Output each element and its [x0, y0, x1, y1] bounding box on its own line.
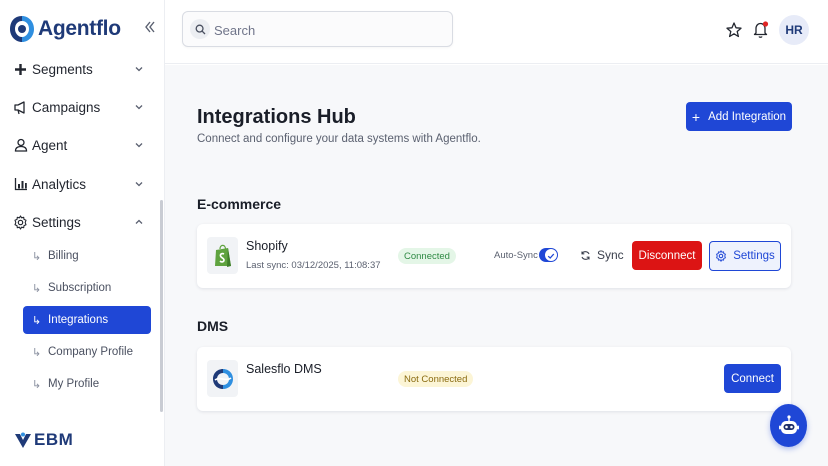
chevron-down-icon [135, 143, 143, 148]
sidebar-item-label: Settings [32, 214, 81, 230]
star-icon[interactable] [725, 21, 743, 39]
sidebar-item-label: Analytics [32, 176, 87, 192]
sidebar-subitem-my-profile[interactable]: ↳ My Profile [23, 370, 151, 398]
check-icon [547, 253, 555, 259]
chevron-up-icon [135, 219, 143, 224]
salesflo-logo-icon [207, 360, 238, 397]
sidebar-subitem-label: My Profile [48, 378, 100, 390]
chevron-down-icon [135, 105, 143, 110]
sidebar-subitem-billing[interactable]: ↳ Billing [23, 242, 151, 270]
integration-name: Shopify [246, 239, 288, 253]
refresh-icon [581, 250, 590, 260]
gear-icon [716, 250, 727, 262]
section-title-dms: DMS [197, 318, 229, 334]
bell-icon[interactable] [752, 20, 770, 40]
chevron-down-icon [135, 182, 143, 187]
plus-icon [13, 62, 28, 77]
sidebar-item-label: Segments [32, 61, 93, 77]
sidebar-subitem-label: Subscription [48, 282, 112, 294]
page-subtitle: Connect and configure your data systems … [197, 133, 481, 145]
top-bar: HR [165, 0, 828, 64]
agentflo-logo-text: Agentflo [38, 17, 121, 40]
auto-sync-toggle[interactable] [539, 248, 558, 262]
chatbot-button[interactable] [770, 404, 807, 447]
search-icon [190, 19, 210, 39]
integration-name: Salesflo DMS [246, 362, 322, 376]
sidebar-item-segments[interactable]: Segments [0, 55, 160, 83]
sync-button[interactable]: Sync [580, 246, 624, 264]
plus-icon: + [691, 108, 701, 125]
page-title: Integrations Hub [197, 106, 356, 128]
sidebar-subitem-label: Billing [48, 250, 79, 262]
subitem-arrow-icon: ↳ [32, 282, 42, 295]
integration-settings-button[interactable]: Settings [709, 241, 781, 271]
last-sync-text: Last sync: 03/12/2025, 11:08:37 [246, 260, 381, 271]
section-title-ecommerce: E-commerce [197, 196, 282, 212]
sync-label: Sync [597, 248, 624, 262]
ebm-logo: EBM [14, 430, 73, 450]
add-integration-button[interactable]: + Add Integration [686, 102, 792, 131]
subitem-arrow-icon: ↳ [32, 250, 42, 263]
user-icon [13, 138, 28, 153]
sidebar-item-analytics[interactable]: Analytics [0, 170, 160, 198]
double-chevron-left-icon [145, 21, 155, 33]
bar-chart-icon [13, 177, 28, 192]
integration-card-salesflo-dms: Salesflo DMS Not Connected Connect [197, 347, 791, 411]
sidebar-scrollbar[interactable] [160, 200, 163, 412]
search-box[interactable] [182, 11, 453, 47]
auto-sync-label: Auto-Sync [494, 250, 538, 261]
collapse-sidebar-button[interactable] [144, 20, 158, 38]
sidebar-subitem-subscription[interactable]: ↳ Subscription [23, 274, 151, 302]
sidebar-subitem-label: Company Profile [48, 346, 134, 358]
connect-button[interactable]: Connect [724, 364, 781, 393]
sidebar: Agentflo Segments Campaigns Agent Analyt… [0, 0, 165, 466]
avatar[interactable]: HR [779, 15, 809, 45]
sidebar-item-label: Campaigns [32, 99, 101, 115]
disconnect-button[interactable]: Disconnect [632, 241, 702, 270]
shopify-logo-icon [207, 237, 238, 274]
agentflo-logo[interactable]: Agentflo [8, 14, 121, 44]
sidebar-subitem-label: Integrations [48, 314, 109, 326]
status-badge: Connected [398, 248, 456, 264]
sidebar-item-agent[interactable]: Agent [0, 131, 160, 159]
agentflo-logo-icon [10, 16, 34, 42]
subitem-arrow-icon: ↳ [32, 346, 42, 359]
toggle-knob [545, 249, 557, 261]
ebm-logo-icon [15, 432, 31, 448]
subitem-arrow-icon: ↳ [32, 378, 42, 391]
main-content: Integrations Hub Connect and configure y… [165, 65, 828, 466]
add-integration-label: Add Integration [708, 110, 787, 123]
sidebar-item-settings[interactable]: Settings [0, 208, 160, 236]
gear-icon [13, 214, 28, 230]
integration-card-shopify: Shopify Last sync: 03/12/2025, 11:08:37 … [197, 224, 791, 288]
status-badge: Not Connected [398, 371, 474, 387]
sidebar-item-campaigns[interactable]: Campaigns [0, 93, 160, 121]
sidebar-item-label: Agent [32, 137, 68, 153]
sidebar-subitem-company-profile[interactable]: ↳ Company Profile [23, 338, 151, 366]
ebm-logo-text: EBM [34, 430, 74, 449]
search-input[interactable] [214, 20, 434, 40]
megaphone-icon [13, 100, 28, 115]
subitem-arrow-icon: ↳ [32, 314, 42, 327]
settings-label: Settings [733, 250, 775, 262]
sidebar-subitem-integrations[interactable]: ↳ Integrations [23, 306, 151, 334]
robot-icon [778, 414, 799, 434]
chevron-down-icon [135, 67, 143, 72]
